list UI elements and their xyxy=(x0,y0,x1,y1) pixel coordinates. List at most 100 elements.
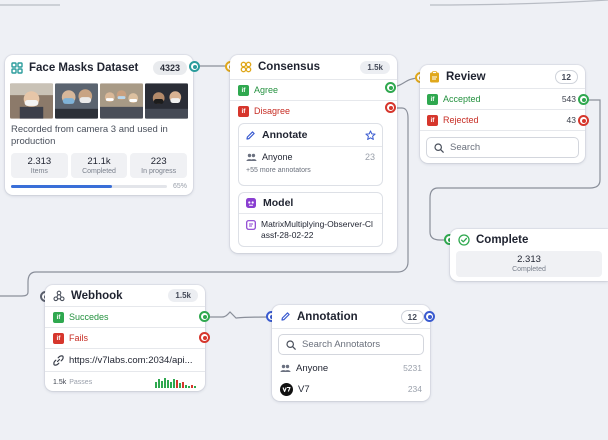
dataset-thumbnails xyxy=(10,83,188,119)
condition-icon: if xyxy=(427,114,438,126)
webhook-header: Webhook 1.5k xyxy=(45,285,205,306)
stat-items: 2.313 Items xyxy=(11,153,68,178)
complete-header: Complete xyxy=(450,229,608,251)
link-icon xyxy=(53,354,64,366)
annotate-assignee[interactable]: Anyone 23 xyxy=(239,147,382,167)
succeeds-output[interactable]: if Succedes xyxy=(45,307,205,327)
complete-stat: 2.313 Completed xyxy=(456,251,602,277)
progress-track xyxy=(11,185,167,188)
condition-icon: if xyxy=(427,93,438,105)
consensus-title: Consensus xyxy=(258,61,320,73)
annotator-count: 234 xyxy=(407,384,422,394)
fails-output-port[interactable] xyxy=(199,332,210,343)
thumbnail-image xyxy=(145,83,188,119)
annotator-row[interactable]: Anyone 5231 xyxy=(272,357,430,379)
divider xyxy=(272,328,430,329)
complete-card[interactable]: Complete 2.313 Completed xyxy=(450,229,608,281)
fails-output[interactable]: if Fails xyxy=(45,328,205,348)
people-icon xyxy=(246,153,257,162)
stat-label: Items xyxy=(30,168,48,175)
complete-label: Completed xyxy=(512,266,546,273)
robot-icon xyxy=(245,197,257,209)
review-count-badge: 12 xyxy=(554,69,578,84)
search-placeholder: Search Annotators xyxy=(302,339,381,350)
webhook-card[interactable]: Webhook 1.5k if Succedes if Fails https:… xyxy=(45,285,205,391)
consensus-count-badge: 1.5k xyxy=(360,60,390,74)
review-header: Review 12 xyxy=(420,65,585,88)
condition-icon: if xyxy=(53,311,64,323)
complete-value: 2.313 xyxy=(517,254,541,265)
stat-value: 21.1k xyxy=(87,156,111,167)
rejected-output[interactable]: if Rejected 43 xyxy=(420,110,585,130)
passes-count: 1.5k xyxy=(53,378,67,386)
succeeds-output-port[interactable] xyxy=(199,311,210,322)
accepted-output-port[interactable] xyxy=(578,94,589,105)
disagree-label: Disagree xyxy=(254,106,291,116)
check-circle-icon xyxy=(458,234,470,246)
dataset-stats: 2.313 Items 21.1k Completed 223 In progr… xyxy=(11,153,188,178)
model-stage[interactable]: Model MatrixMultiplying-Observer-Classf-… xyxy=(238,192,383,247)
annotate-header: Annotate xyxy=(239,124,382,146)
agree-output[interactable]: if Agree xyxy=(230,80,397,100)
dataset-progress: 65% xyxy=(11,183,187,190)
passes-label: Passes xyxy=(69,378,93,386)
fails-label: Fails xyxy=(69,333,89,343)
condition-icon: if xyxy=(238,105,249,117)
condition-icon: if xyxy=(53,332,64,344)
annotation-count-badge: 12 xyxy=(400,309,424,324)
webhook-title: Webhook xyxy=(71,289,123,302)
succeeds-label: Succedes xyxy=(69,312,109,322)
annotation-title: Annotation xyxy=(297,310,358,323)
model-list-icon xyxy=(246,220,256,230)
annotation-header: Annotation 12 xyxy=(272,305,430,328)
webhook-url: https://v7labs.com:2034/api... xyxy=(69,354,193,366)
passes-sparkline-icon xyxy=(155,377,196,388)
dataset-description: Recorded from camera 3 and used in produ… xyxy=(11,124,168,147)
annotation-card[interactable]: Annotation 12 Search Annotators Anyone 5… xyxy=(272,305,430,401)
annotate-stage[interactable]: Annotate Anyone 23 +55 more annotators xyxy=(238,123,383,186)
webhook-url-row[interactable]: https://v7labs.com:2034/api... xyxy=(45,349,205,371)
annotator-count: 5231 xyxy=(403,363,422,373)
stat-value: 2.313 xyxy=(27,156,52,167)
agree-output-port[interactable] xyxy=(385,82,396,93)
annotator-name: V7 xyxy=(298,383,310,395)
annotate-title: Annotate xyxy=(262,129,308,141)
annotator-name: Anyone xyxy=(296,362,329,374)
review-search-input[interactable]: Search xyxy=(426,137,579,158)
model-header: Model xyxy=(239,193,382,213)
thumbnail-image xyxy=(100,83,143,119)
review-card[interactable]: Review 12 if Accepted 543 if Rejected 43… xyxy=(420,65,585,163)
model-name: MatrixMultiplying-Observer-Classf-28-02-… xyxy=(261,219,373,240)
consensus-icon xyxy=(240,61,252,73)
dataset-output-port[interactable] xyxy=(189,61,200,72)
search-placeholder: Search xyxy=(450,142,481,153)
dataset-grid-icon xyxy=(11,62,23,74)
accepted-count: 543 xyxy=(561,94,576,104)
disagree-output-port[interactable] xyxy=(385,102,396,113)
rejected-output-port[interactable] xyxy=(578,115,589,126)
model-name-row: MatrixMultiplying-Observer-Classf-28-02-… xyxy=(239,214,382,240)
annotation-output-port[interactable] xyxy=(424,311,435,322)
agree-label: Agree xyxy=(254,85,279,95)
consensus-header: Consensus 1.5k xyxy=(230,55,397,79)
accepted-output[interactable]: if Accepted 543 xyxy=(420,89,585,109)
consensus-card[interactable]: Consensus 1.5k if Agree if Disagree Anno… xyxy=(230,55,397,253)
pencil-icon xyxy=(280,311,291,322)
people-icon xyxy=(280,364,291,373)
thumbnail-image xyxy=(10,83,53,119)
annotator-row[interactable]: V7 234 xyxy=(272,379,430,399)
stat-label: In progress xyxy=(141,168,177,175)
webhook-count-badge: 1.5k xyxy=(168,289,198,302)
divider xyxy=(420,130,585,131)
search-icon xyxy=(434,142,444,153)
dataset-title: Face Masks Dataset xyxy=(29,62,139,74)
accepted-label: Accepted xyxy=(443,94,481,104)
disagree-output[interactable]: if Disagree xyxy=(230,101,397,121)
annotators-search-input[interactable]: Search Annotators xyxy=(278,334,424,355)
assignee-count: 23 xyxy=(364,152,375,162)
star-icon[interactable] xyxy=(365,129,376,141)
model-title: Model xyxy=(263,197,294,209)
dataset-card[interactable]: Face Masks Dataset 4323 Recorded from ca… xyxy=(5,55,193,195)
dataset-count-badge: 4323 xyxy=(152,61,187,75)
assignee-name: Anyone xyxy=(262,152,293,162)
